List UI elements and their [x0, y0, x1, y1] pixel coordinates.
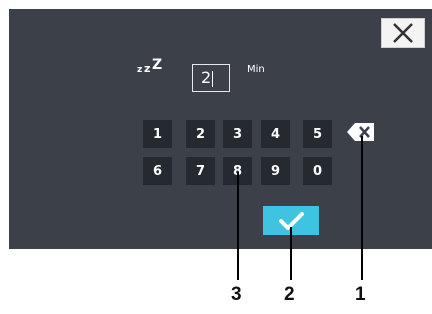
callout-1: 1 [355, 284, 366, 305]
key-3[interactable]: 3 [223, 120, 252, 148]
minutes-input[interactable]: 2 [192, 64, 230, 92]
key-9[interactable]: 9 [261, 157, 290, 185]
key-7[interactable]: 7 [186, 157, 215, 185]
key-4[interactable]: 4 [261, 120, 290, 148]
unit-label: Min [247, 64, 265, 75]
callout-line-2 [290, 227, 292, 280]
key-5[interactable]: 5 [303, 120, 332, 148]
callout-2: 2 [284, 284, 295, 305]
close-button[interactable] [381, 18, 425, 48]
text-caret [212, 70, 214, 87]
key-0[interactable]: 0 [303, 157, 332, 185]
key-1[interactable]: 1 [143, 120, 172, 148]
callout-3: 3 [231, 284, 242, 305]
key-6[interactable]: 6 [143, 157, 172, 185]
sleep-zzz-icon: z z Z [137, 57, 163, 75]
key-2[interactable]: 2 [186, 120, 215, 148]
callout-line-3 [237, 172, 239, 280]
callout-line-1 [361, 136, 363, 280]
close-icon [393, 23, 413, 43]
